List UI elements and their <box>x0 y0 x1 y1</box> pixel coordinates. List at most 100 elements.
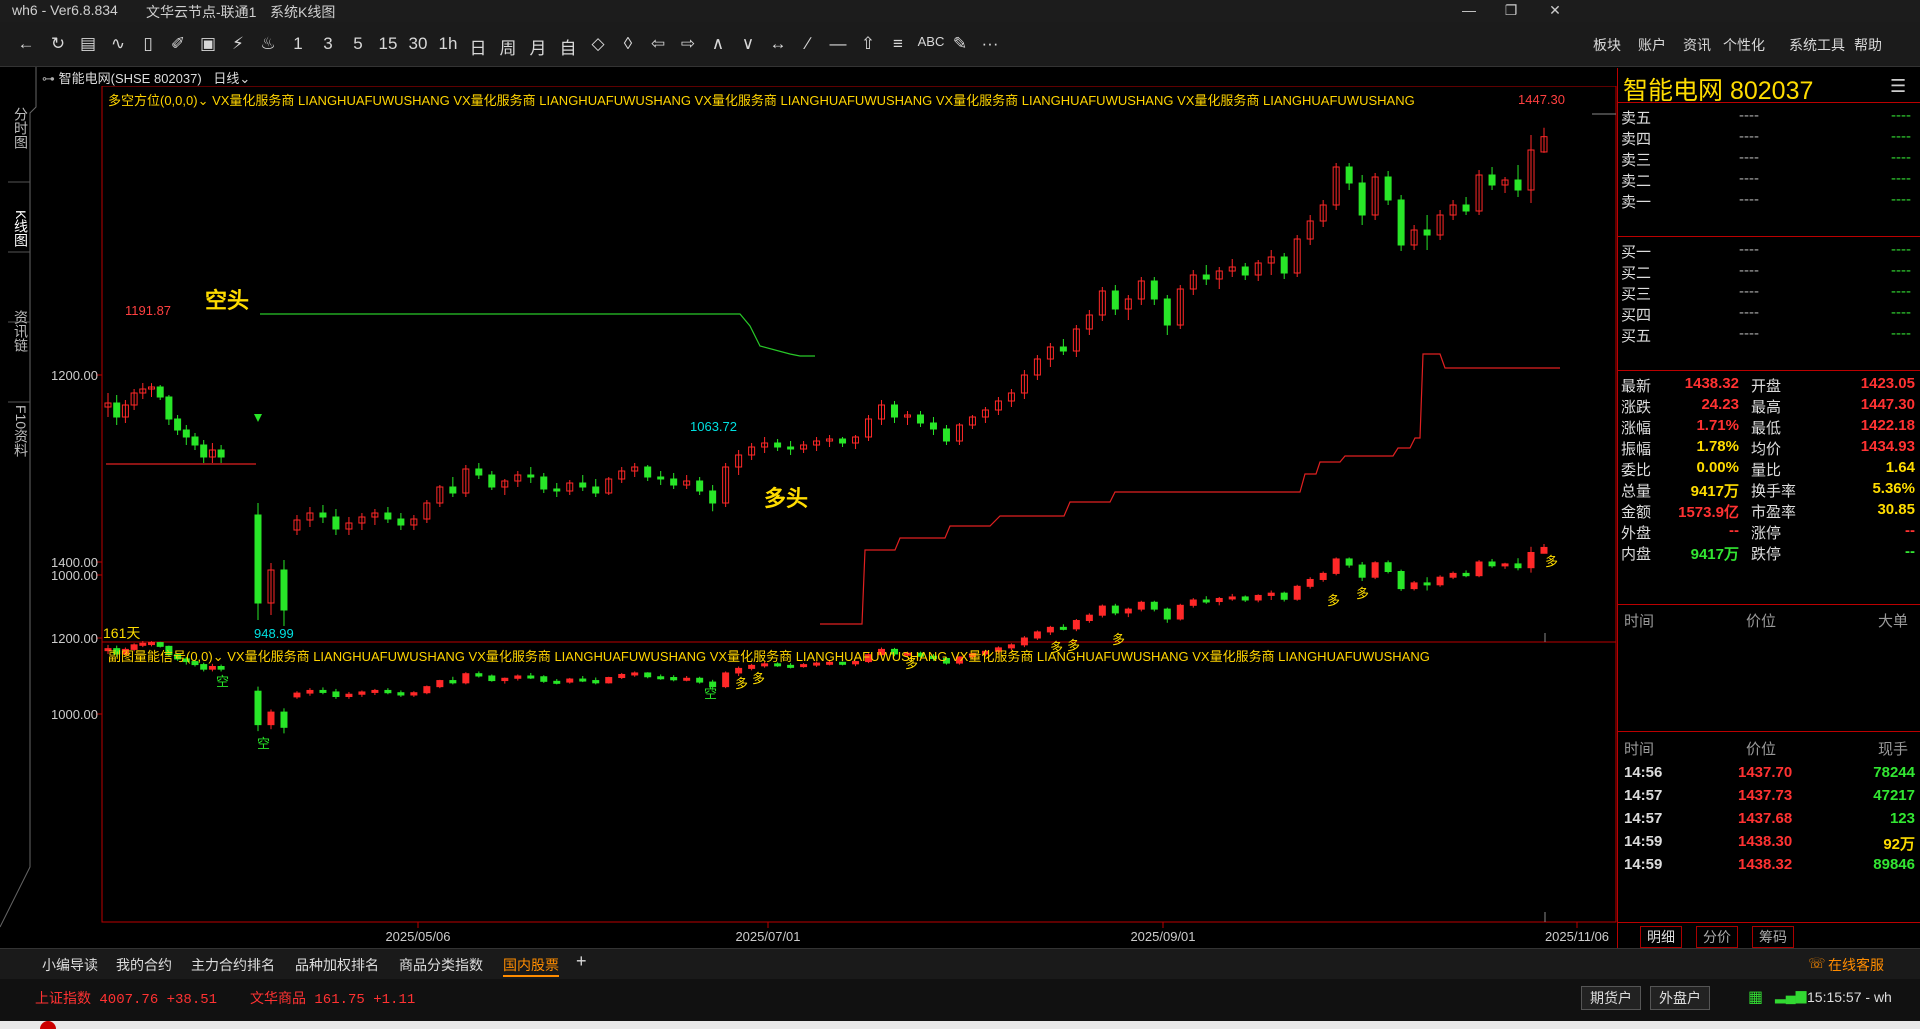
service-icon[interactable]: ☏ <box>1808 955 1826 972</box>
trendline-icon[interactable]: ∕ <box>794 34 822 54</box>
online-service-link[interactable]: 在线客服 <box>1828 955 1884 975</box>
sub-candle-body <box>1345 558 1353 566</box>
candle-body <box>449 486 457 494</box>
signal-duo: 多 <box>1356 586 1369 601</box>
period-week[interactable]: 周 <box>494 34 522 59</box>
add-tab-icon[interactable]: + <box>576 951 587 972</box>
candlestick-icon[interactable]: ▯ <box>134 34 162 54</box>
sub-candle-body <box>371 689 379 693</box>
period-month[interactable]: 月 <box>524 34 552 59</box>
orderbook-row: 买五 ---- ---- <box>1618 322 1920 348</box>
menu-tools[interactable]: 系统工具 <box>1789 35 1845 55</box>
period-15[interactable]: 15 <box>374 34 402 54</box>
minimize-icon[interactable]: — <box>1454 2 1484 18</box>
period-1[interactable]: 1 <box>284 34 312 54</box>
sub-candle-body <box>423 686 431 694</box>
tab-weighted-rank[interactable]: 品种加权排名 <box>295 955 379 975</box>
sub-candle-body <box>1293 585 1301 600</box>
signal-kong: 空 <box>257 736 270 751</box>
bell-icon[interactable]: ♨ <box>254 34 282 54</box>
fib-icon[interactable]: ≡ <box>884 34 912 54</box>
list-icon[interactable]: ▤ <box>74 34 102 54</box>
main-indicator-name: 多空方位(0,0,0) <box>108 93 198 108</box>
signal-duo: 多 <box>735 676 748 691</box>
sub-indicator-bar[interactable]: 副图量能信号(0,0)⌄ VX量化服务商 LIANGHUAFUWUSHANG V… <box>108 646 1430 665</box>
menu-icon[interactable]: ☰ <box>1890 76 1906 97</box>
tab-commodity-index[interactable]: 商品分类指数 <box>399 955 483 975</box>
line-chart-icon[interactable]: ∿ <box>104 34 132 54</box>
down-chevron-icon[interactable]: ∨ <box>734 34 762 54</box>
menu-personalize[interactable]: 个性化 <box>1723 35 1765 55</box>
tab-chips[interactable]: 筹码 <box>1752 926 1794 948</box>
tab-main-contract-rank[interactable]: 主力合约排名 <box>191 955 275 975</box>
trade-volume: 78244 <box>1873 764 1915 781</box>
candle-body <box>1202 274 1210 280</box>
y-tick-label: 1000.00 <box>51 707 98 722</box>
index-sh[interactable]: 上证指数 4007.76 +38.51 <box>35 988 217 1008</box>
cursor-icon[interactable]: ↔ <box>764 34 792 54</box>
server-name[interactable]: 文华云节点-联通1 <box>146 2 256 22</box>
tab-editor-guide[interactable]: 小编导读 <box>42 955 98 975</box>
more-icon[interactable]: ··· <box>976 34 1004 54</box>
refresh-icon[interactable]: ↻ <box>44 34 72 54</box>
sub-candle-body <box>540 676 548 682</box>
stat-value: 1423.05 <box>1860 375 1915 392</box>
trade-price: 1438.32 <box>1738 856 1793 873</box>
status-bar: 上证指数 4007.76 +38.51 文华商品 161.75 +1.11 期货… <box>0 979 1920 1029</box>
home-icon[interactable]: ⇧ <box>854 34 882 54</box>
draw-icon[interactable]: ✐ <box>164 34 192 54</box>
sub-candle-body <box>148 642 155 646</box>
sub-candle-body <box>1228 596 1236 600</box>
stat-value: 1.71% <box>1696 417 1739 434</box>
candle-body <box>1280 256 1288 274</box>
sub-candle-body <box>566 678 574 683</box>
eraser-icon[interactable]: ✎ <box>946 34 974 54</box>
candle-body <box>657 476 665 480</box>
tab-domestic-stocks[interactable]: 国内股票 <box>503 955 559 977</box>
tab-detail[interactable]: 明细 <box>1640 926 1682 948</box>
period-5[interactable]: 5 <box>344 34 372 54</box>
tab-my-contracts[interactable]: 我的合约 <box>116 955 172 975</box>
link-icon[interactable]: ⊶ <box>42 71 55 86</box>
menu-news[interactable]: 资讯 <box>1683 35 1711 55</box>
period-3[interactable]: 3 <box>314 34 342 54</box>
period-custom[interactable]: 自 <box>554 34 582 59</box>
candle-body <box>165 396 173 420</box>
text-tool-icon[interactable]: ABC <box>914 34 948 49</box>
period-30[interactable]: 30 <box>404 34 432 54</box>
sub-candle-body <box>787 664 795 668</box>
save-image-icon[interactable]: ▣ <box>194 34 222 54</box>
hline-icon[interactable]: — <box>824 34 852 54</box>
zoom-in-icon[interactable]: ◇ <box>584 34 612 54</box>
period-day[interactable]: 日 <box>464 34 492 59</box>
index-wh[interactable]: 文华商品 161.75 +1.11 <box>250 988 415 1008</box>
foreign-account-button[interactable]: 外盘户 <box>1650 986 1710 1010</box>
x-tick-label: 2025/07/01 <box>735 929 800 944</box>
sub-candle-body <box>1358 564 1366 578</box>
period-1h[interactable]: 1h <box>434 34 462 54</box>
stat-value: 1422.18 <box>1860 417 1915 434</box>
lightning-icon[interactable]: ⚡ <box>224 34 252 54</box>
keyboard-icon[interactable]: ▦ <box>1748 987 1763 1007</box>
futures-account-button[interactable]: 期货户 <box>1581 986 1641 1010</box>
y-tick-label: 1400.00 <box>51 555 98 570</box>
signal-duo: 多 <box>1112 632 1125 647</box>
right-arrow-icon[interactable]: ⇨ <box>674 34 702 54</box>
zoom-out-icon[interactable]: ◊ <box>614 34 642 54</box>
bottom-tabs: 小编导读 我的合约 主力合约排名 品种加权排名 商品分类指数 国内股票 + ☏ … <box>0 948 1920 979</box>
ob-price: ---- <box>1739 283 1759 300</box>
left-arrow-icon[interactable]: ⇦ <box>644 34 672 54</box>
menu-help[interactable]: 帮助 <box>1854 35 1882 55</box>
restore-icon[interactable]: ❐ <box>1496 2 1526 19</box>
close-icon[interactable]: ✕ <box>1540 2 1570 19</box>
main-indicator-bar[interactable]: 多空方位(0,0,0)⌄ VX量化服务商 LIANGHUAFUWUSHANG V… <box>108 90 1415 109</box>
kline-chart[interactable]: 1200.001000.001400.001200.001000.00 多多多多… <box>0 86 1617 948</box>
up-chevron-icon[interactable]: ∧ <box>704 34 732 54</box>
menu-sector[interactable]: 板块 <box>1593 35 1621 55</box>
tab-price-dist[interactable]: 分价 <box>1696 926 1738 948</box>
sub-candle-body <box>1111 605 1119 614</box>
back-icon[interactable]: ← <box>12 34 40 54</box>
menu-account[interactable]: 账户 <box>1638 35 1666 55</box>
sub-candle-body <box>254 690 262 726</box>
period-selector[interactable]: 日线⌄ <box>213 71 250 86</box>
